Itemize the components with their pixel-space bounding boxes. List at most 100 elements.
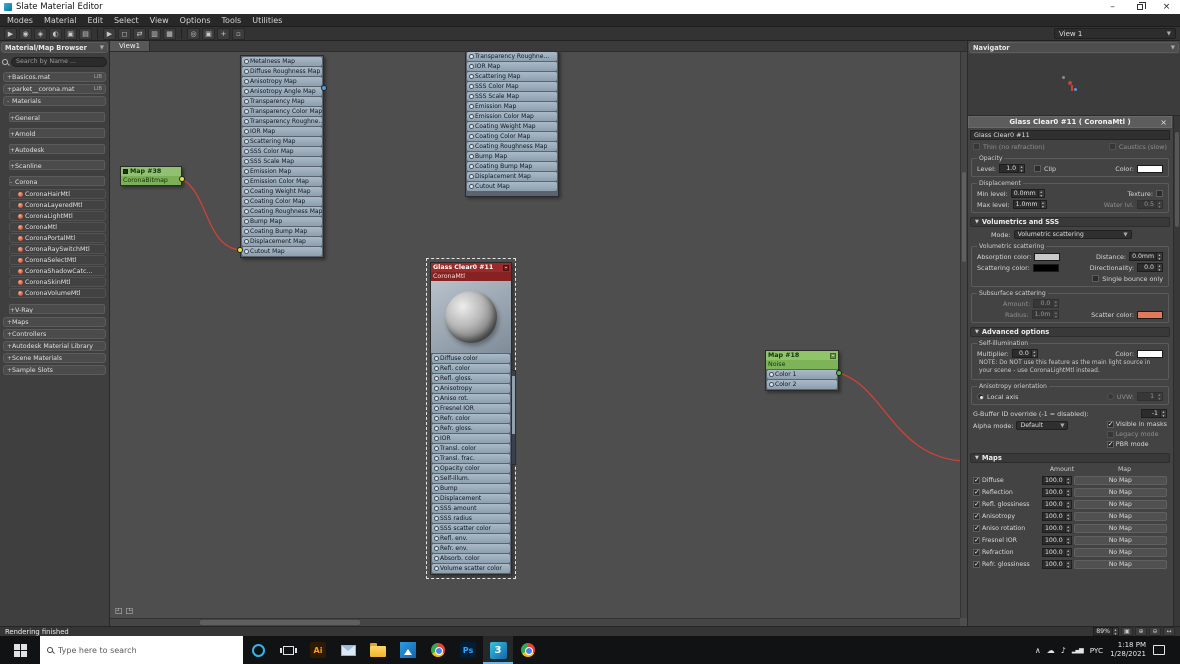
- map-amount-spinner[interactable]: 100.0 ▴ ▾: [1042, 559, 1072, 569]
- map-enabled-checkbox[interactable]: [973, 560, 980, 568]
- section-maps[interactable]: ▼ Maps: [970, 453, 1170, 464]
- browser-item[interactable]: + Sample Slots: [3, 365, 106, 375]
- browser-item[interactable]: + Arnold: [9, 128, 105, 138]
- map-input-slot[interactable]: Anisotropy Map: [242, 77, 322, 86]
- zoom-extents-icon[interactable]: ▫: [232, 27, 245, 40]
- close-parameters-icon[interactable]: ×: [1160, 118, 1167, 127]
- map-input-slot[interactable]: SSS Scale Map: [467, 92, 557, 101]
- map-enabled-checkbox[interactable]: [973, 512, 980, 520]
- collapse-icon[interactable]: –: [503, 264, 509, 271]
- browser-item[interactable]: CoronaVolumeMtl: [9, 288, 106, 298]
- map-input-slot[interactable]: IOR Map: [242, 127, 322, 136]
- node-corona-bitmap[interactable]: Map #38 CoronaBitmap: [120, 166, 182, 186]
- volumetrics-mode-dropdown[interactable]: Volumetric scattering ▼: [1013, 230, 1132, 239]
- clip-checkbox[interactable]: [1034, 165, 1042, 172]
- tray-expand-icon[interactable]: ∧: [1035, 646, 1041, 655]
- browser-item[interactable]: + Controllers: [3, 329, 106, 339]
- layout-all-icon[interactable]: ▤: [79, 27, 92, 40]
- legacy-mode-checkbox[interactable]: [1106, 430, 1114, 438]
- taskbar-search[interactable]: Type here to search: [40, 636, 243, 664]
- pan-view-icon[interactable]: ◰: [115, 606, 123, 615]
- opacity-color-swatch[interactable]: [1137, 164, 1163, 173]
- browser-item[interactable]: - Materials: [3, 96, 106, 106]
- zoom-extents-status-icon[interactable]: ▣: [1121, 627, 1133, 636]
- browser-item[interactable]: CoronaLayeredMtl: [9, 200, 106, 210]
- navigator-header[interactable]: Navigator ▼: [969, 42, 1179, 53]
- browser-item[interactable]: CoronaHairMtl: [9, 189, 106, 199]
- map-input-slot[interactable]: Bump Map: [467, 152, 557, 161]
- browser-item[interactable]: + Scanline: [9, 160, 105, 170]
- thin-checkbox[interactable]: [973, 143, 980, 150]
- browser-item[interactable]: + V-Ray: [9, 304, 105, 314]
- map-slot-button[interactable]: No Map: [1073, 559, 1167, 569]
- browser-item[interactable]: - Corona: [9, 176, 105, 186]
- map-input-slot[interactable]: Diffuse color: [432, 354, 510, 363]
- move-children-icon[interactable]: ⇄: [133, 27, 146, 40]
- show-grid-icon[interactable]: ▦: [163, 27, 176, 40]
- map-input-slot[interactable]: Emission Map: [242, 167, 322, 176]
- cortana-icon[interactable]: [243, 636, 273, 664]
- alpha-mode-dropdown[interactable]: Default ▼: [1016, 421, 1069, 431]
- map-input-slot[interactable]: SSS radius: [432, 514, 510, 523]
- map-slot-button[interactable]: No Map: [1073, 475, 1167, 485]
- node-scrollbar[interactable]: [511, 370, 516, 465]
- volume-icon[interactable]: ♪: [1061, 646, 1066, 655]
- map-input-slot[interactable]: SSS scatter color: [432, 524, 510, 533]
- map-input-slot[interactable]: Transl. frac.: [432, 454, 510, 463]
- section-advanced-options[interactable]: ▼ Advanced options: [970, 327, 1170, 337]
- output-port[interactable]: [321, 85, 327, 91]
- pbr-mode-checkbox[interactable]: [1106, 440, 1114, 448]
- map-input-slot[interactable]: Anisotropy Angle Map: [242, 87, 322, 96]
- map-slot-button[interactable]: No Map: [1073, 511, 1167, 521]
- map-enabled-checkbox[interactable]: [973, 500, 980, 508]
- absorption-color-swatch[interactable]: [1034, 252, 1061, 261]
- map-enabled-checkbox[interactable]: [973, 548, 980, 556]
- menu-item[interactable]: Select: [114, 16, 139, 25]
- displacement-max-spinner[interactable]: 1.0mm ▴ ▾: [1012, 200, 1047, 209]
- map-input-slot[interactable]: Displacement Map: [242, 237, 322, 246]
- map-slot-button[interactable]: No Map: [1073, 487, 1167, 497]
- distance-spinner[interactable]: 0.0mm ▴ ▾: [1129, 252, 1163, 261]
- map-input-slot[interactable]: Emission Color Map: [467, 112, 557, 121]
- water-level-spinner[interactable]: 0.5 ▴ ▾: [1137, 200, 1163, 209]
- map-amount-spinner[interactable]: 100.0 ▴ ▾: [1042, 487, 1072, 497]
- close-button[interactable]: ×: [1153, 0, 1180, 14]
- nodeview-horizontal-scrollbar[interactable]: [110, 618, 960, 626]
- assign-material-icon[interactable]: ◈: [34, 27, 47, 40]
- menu-item[interactable]: Utilities: [252, 16, 282, 25]
- node-glass-clear-material[interactable]: Glass Clear0 #11– CoronaMtl Diffuse colo…: [426, 258, 516, 579]
- scattering-color-swatch[interactable]: [1032, 263, 1059, 272]
- visible-in-masks-checkbox[interactable]: [1106, 420, 1114, 428]
- map-input-slot[interactable]: Cutout Map: [242, 247, 322, 256]
- clock[interactable]: 1:18 PM 1/28/2021: [1110, 641, 1146, 659]
- task-view-icon[interactable]: [273, 636, 303, 664]
- uvw-radio[interactable]: [1106, 393, 1114, 401]
- mail-icon[interactable]: [333, 636, 363, 664]
- tab-view1[interactable]: View1: [110, 41, 151, 51]
- map-input-slot[interactable]: IOR Map: [467, 62, 557, 71]
- browser-item[interactable]: CoronaShadowCatc...: [9, 266, 106, 276]
- node-corona-physical-slots-a[interactable]: Metalness Map Diffuse Roughness Map Anisot…: [240, 55, 324, 258]
- displacement-texture-checkbox[interactable]: [1156, 190, 1163, 197]
- map-amount-spinner[interactable]: 100.0 ▴ ▾: [1042, 523, 1072, 533]
- map-slot-button[interactable]: No Map: [1073, 535, 1167, 545]
- map-input-slot[interactable]: Bump Map: [242, 217, 322, 226]
- map-amount-spinner[interactable]: 100.0 ▴ ▾: [1042, 499, 1072, 509]
- map-input-slot[interactable]: Displacement: [432, 494, 510, 503]
- map-amount-spinner[interactable]: 100.0 ▴ ▾: [1042, 511, 1072, 521]
- start-button[interactable]: [0, 636, 40, 664]
- map-input-slot[interactable]: SSS amount: [432, 504, 510, 513]
- browser-item[interactable]: + Autodesk Material Library: [3, 341, 106, 351]
- map-input-slot[interactable]: Absorb. color: [432, 554, 510, 563]
- browser-item[interactable]: + parket__corona.mat LIB: [3, 84, 106, 94]
- browser-item[interactable]: CoronaSelectMtl: [9, 255, 106, 265]
- map-input-slot[interactable]: Displacement Map: [467, 172, 557, 181]
- section-volumetrics[interactable]: ▼ Volumetrics and SSS: [970, 217, 1170, 227]
- parameters-scrollbar[interactable]: [1173, 116, 1180, 626]
- map-amount-spinner[interactable]: 100.0 ▴ ▾: [1042, 547, 1072, 557]
- map-amount-spinner[interactable]: 100.0 ▴ ▾: [1042, 535, 1072, 545]
- map-input-slot[interactable]: Color 2: [767, 380, 837, 389]
- select-node-icon[interactable]: ▶: [103, 27, 116, 40]
- map-slot-button[interactable]: No Map: [1073, 547, 1167, 557]
- map-amount-spinner[interactable]: 100.0 ▴ ▾: [1042, 475, 1072, 485]
